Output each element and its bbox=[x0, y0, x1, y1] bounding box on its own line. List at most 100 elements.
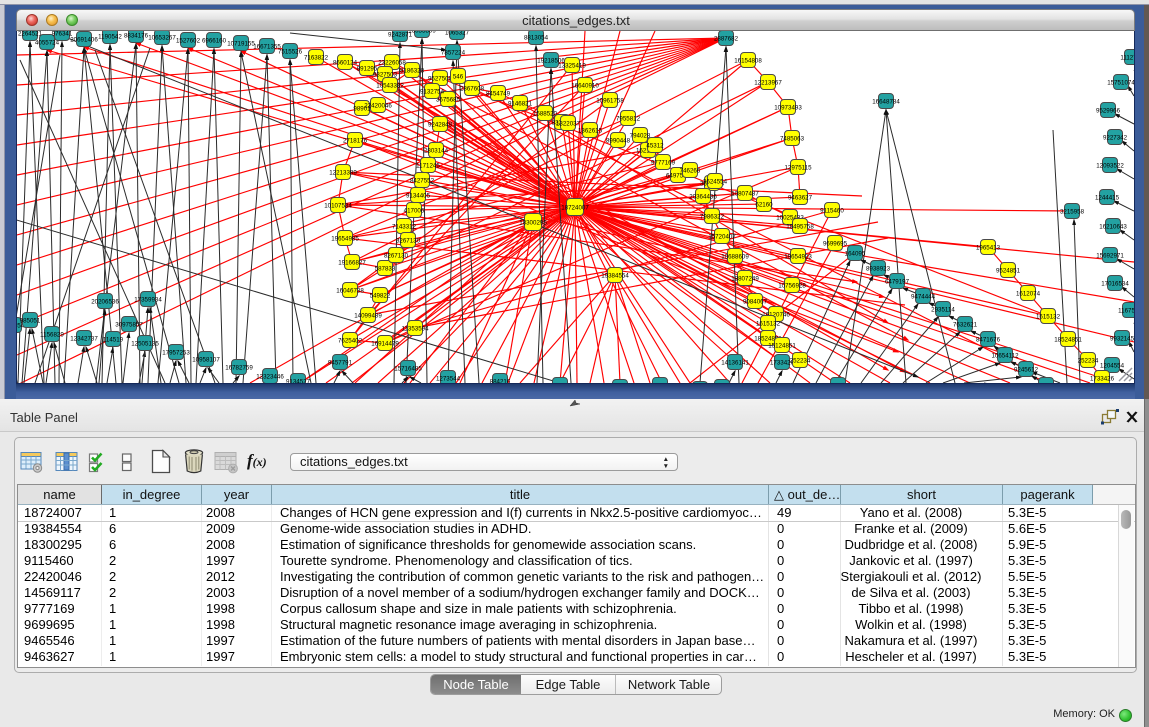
svg-text:16046738: 16046738 bbox=[336, 287, 364, 294]
svg-text:10719155: 10719155 bbox=[227, 40, 255, 47]
svg-text:19654923: 19654923 bbox=[784, 253, 812, 260]
svg-text:2935114: 2935114 bbox=[931, 306, 955, 313]
svg-text:19384554: 19384554 bbox=[601, 272, 629, 279]
svg-text:2718176: 2718176 bbox=[343, 137, 368, 144]
svg-text:6479197: 6479197 bbox=[885, 278, 910, 285]
svg-text:1612074: 1612074 bbox=[1016, 290, 1041, 297]
svg-text:8454749: 8454749 bbox=[486, 90, 511, 97]
svg-text:12505135: 12505135 bbox=[131, 340, 159, 347]
svg-text:9146821: 9146821 bbox=[508, 100, 533, 107]
svg-text:2245012: 2245012 bbox=[826, 382, 851, 383]
svg-text:16154808: 16154808 bbox=[734, 57, 762, 64]
svg-text:549822: 549822 bbox=[370, 292, 391, 299]
svg-text:20206536: 20206536 bbox=[91, 298, 119, 305]
svg-text:22420046: 22420046 bbox=[364, 102, 392, 109]
svg-text:1362615: 1362615 bbox=[578, 127, 603, 134]
svg-text:1834067: 1834067 bbox=[1034, 382, 1059, 383]
svg-text:9134405: 9134405 bbox=[406, 192, 431, 199]
svg-text:8660124: 8660124 bbox=[333, 59, 358, 66]
svg-text:1322037: 1322037 bbox=[556, 120, 581, 127]
svg-text:9132754: 9132754 bbox=[420, 88, 445, 95]
svg-text:9084067: 9084067 bbox=[743, 298, 768, 305]
svg-text:8938923: 8938923 bbox=[866, 265, 891, 272]
svg-text:20691406: 20691406 bbox=[70, 36, 98, 43]
svg-text:546: 546 bbox=[453, 73, 464, 80]
svg-text:16914479: 16914479 bbox=[371, 340, 399, 347]
svg-text:9242848: 9242848 bbox=[428, 121, 453, 128]
svg-text:14099489: 14099489 bbox=[354, 312, 382, 319]
svg-text:7857224: 7857224 bbox=[441, 49, 466, 56]
svg-text:10973493: 10973493 bbox=[774, 104, 802, 111]
svg-text:15720407: 15720407 bbox=[708, 233, 736, 240]
svg-text:3215958: 3215958 bbox=[1060, 208, 1085, 215]
svg-text:12213389: 12213389 bbox=[329, 169, 357, 176]
svg-text:985051: 985051 bbox=[20, 317, 41, 324]
svg-text:9932145: 9932145 bbox=[1110, 335, 1134, 342]
svg-text:13325419: 13325419 bbox=[558, 62, 586, 69]
svg-text:10756928: 10756928 bbox=[778, 282, 806, 289]
svg-text:8990448: 8990448 bbox=[606, 137, 631, 144]
svg-text:17957253: 17957253 bbox=[162, 349, 190, 356]
svg-text:14136141: 14136141 bbox=[721, 359, 749, 366]
svg-text:18807249: 18807249 bbox=[731, 275, 759, 282]
svg-text:9474444: 9474444 bbox=[911, 293, 936, 300]
svg-text:7163822: 7163822 bbox=[304, 54, 329, 61]
svg-text:7485063: 7485063 bbox=[780, 135, 805, 142]
svg-text:2803144: 2803144 bbox=[424, 147, 449, 154]
svg-text:9524851: 9524851 bbox=[996, 267, 1021, 274]
svg-text:252234: 252234 bbox=[790, 357, 811, 364]
svg-text:8471676: 8471676 bbox=[976, 336, 1001, 343]
svg-text:1965413: 1965413 bbox=[976, 244, 1001, 251]
svg-text:9227342: 9227342 bbox=[1103, 134, 1128, 141]
svg-text:3624554: 3624554 bbox=[703, 178, 728, 185]
svg-text:1167534: 1167534 bbox=[1118, 307, 1134, 314]
svg-text:7632621: 7632621 bbox=[953, 321, 978, 328]
svg-text:2867608: 2867608 bbox=[460, 85, 485, 92]
svg-text:1112753: 1112753 bbox=[1120, 54, 1134, 61]
svg-text:1204554: 1204554 bbox=[1100, 362, 1125, 369]
svg-text:10107534: 10107534 bbox=[324, 202, 352, 209]
svg-text:1156829: 1156829 bbox=[40, 331, 64, 338]
svg-text:1065327: 1065327 bbox=[445, 31, 470, 36]
svg-text:16782759: 16782759 bbox=[225, 364, 253, 371]
svg-text:1190542: 1190542 bbox=[98, 33, 122, 40]
svg-text:10688609: 10688609 bbox=[721, 253, 749, 260]
svg-text:794028: 794028 bbox=[630, 132, 651, 139]
svg-text:10543382: 10543382 bbox=[376, 82, 404, 89]
svg-text:2264521: 2264521 bbox=[18, 31, 43, 37]
svg-text:8813054: 8813054 bbox=[524, 34, 549, 41]
svg-text:8427552: 8427552 bbox=[410, 177, 435, 184]
svg-text:16210643: 16210643 bbox=[1099, 223, 1127, 230]
svg-text:12342737: 12342737 bbox=[70, 335, 98, 342]
svg-text:10654112: 10654112 bbox=[991, 352, 1019, 359]
svg-text:12093522: 12093522 bbox=[1096, 162, 1124, 169]
svg-text:1273544: 1273544 bbox=[436, 375, 461, 382]
svg-text:3267130: 3267130 bbox=[396, 237, 421, 244]
svg-text:11353594: 11353594 bbox=[401, 325, 429, 332]
svg-text:18495758: 18495758 bbox=[786, 223, 814, 230]
svg-text:10807487: 10807487 bbox=[731, 190, 759, 197]
svg-text:15716485: 15716485 bbox=[394, 365, 422, 372]
svg-text:15751074: 15751074 bbox=[1107, 79, 1134, 86]
svg-text:7625402: 7625402 bbox=[338, 337, 363, 344]
svg-text:9245612: 9245612 bbox=[1014, 366, 1039, 373]
svg-text:17016534: 17016534 bbox=[1101, 280, 1129, 287]
svg-text:587833: 587833 bbox=[375, 265, 396, 272]
svg-text:3675685: 3675685 bbox=[436, 96, 461, 103]
svg-text:10961758: 10961758 bbox=[596, 97, 624, 104]
svg-text:1615132: 1615132 bbox=[756, 320, 781, 327]
svg-text:12213967: 12213967 bbox=[754, 79, 782, 86]
svg-text:23226058: 23226058 bbox=[378, 59, 406, 66]
svg-text:252234: 252234 bbox=[1078, 357, 1099, 364]
svg-text:30975857: 30975857 bbox=[115, 321, 143, 328]
svg-text:9115460: 9115460 bbox=[820, 207, 844, 214]
svg-text:12975115: 12975115 bbox=[784, 164, 812, 171]
svg-text:9463627: 9463627 bbox=[788, 194, 813, 201]
svg-text:1615132: 1615132 bbox=[1036, 313, 1061, 320]
svg-text:18300295: 18300295 bbox=[519, 219, 547, 226]
svg-text:7515526: 7515526 bbox=[278, 48, 303, 55]
svg-text:746266: 746266 bbox=[680, 167, 701, 174]
svg-text:7986322: 7986322 bbox=[700, 213, 725, 220]
svg-text:9699695: 9699695 bbox=[823, 240, 848, 247]
svg-text:10653267: 10653267 bbox=[148, 34, 176, 41]
